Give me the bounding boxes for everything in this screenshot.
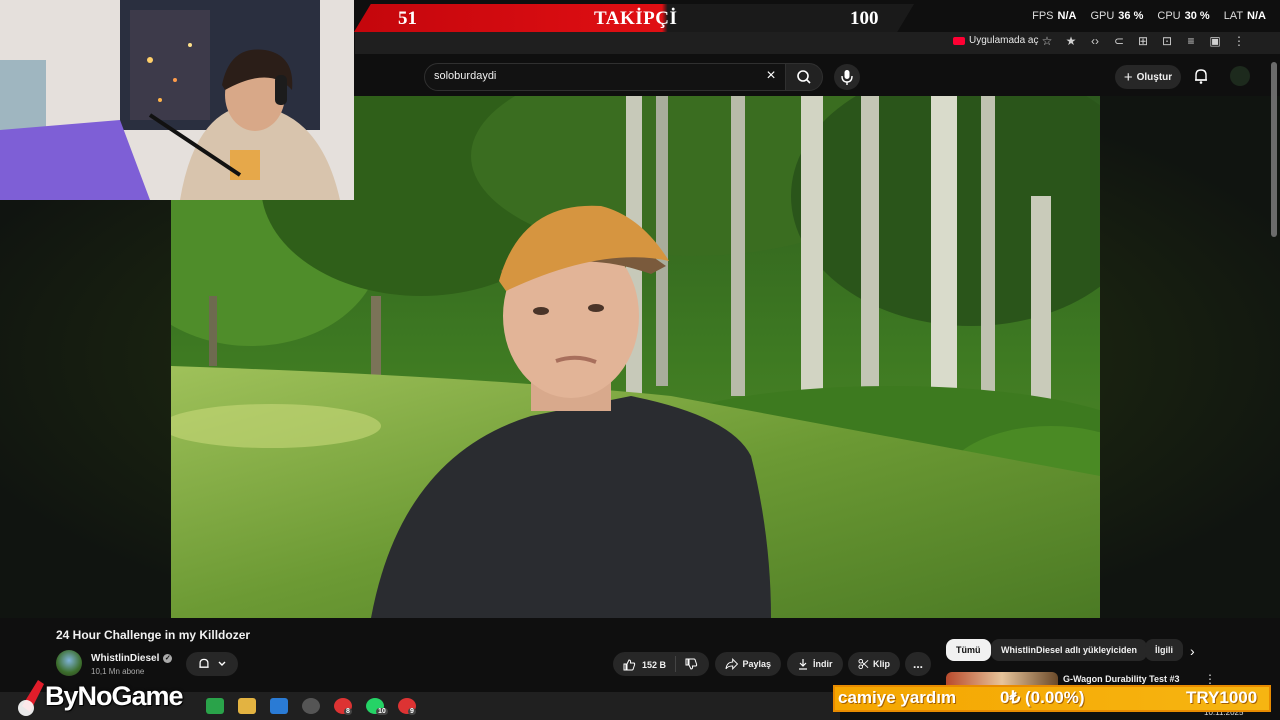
thumbs-down-icon <box>685 658 698 670</box>
chip-from-uploader[interactable]: WhistlinDiesel adlı yükleyiciden <box>991 639 1148 661</box>
share-button[interactable]: Paylaş <box>715 652 781 676</box>
taskbar-folder-icon[interactable] <box>238 698 256 714</box>
create-button[interactable]: + Oluştur <box>1115 65 1181 89</box>
create-label: Oluştur <box>1136 71 1173 83</box>
like-divider <box>675 656 676 672</box>
donation-label: camiye yardım <box>838 688 957 707</box>
menu-icon[interactable]: ≡ <box>1184 34 1198 48</box>
link-icon[interactable]: ⊂ <box>1112 34 1126 48</box>
scissors-icon <box>858 658 869 670</box>
donation-goal: TRY1000 <box>1186 688 1258 707</box>
subscription-notifications-button[interactable] <box>186 652 238 676</box>
more-actions-button[interactable]: ... <box>905 652 931 676</box>
code-icon[interactable]: ‹› <box>1088 34 1102 48</box>
open-in-app-button[interactable]: Uygulamada aç <box>953 35 1038 46</box>
webcam-overlay <box>0 0 354 200</box>
taskbar-badge: 8 <box>344 708 352 715</box>
download-label: İndir <box>813 659 833 669</box>
open-in-app-label: Uygulamada aç <box>969 35 1039 46</box>
channel-name[interactable]: WhistlinDiesel ✓ <box>91 653 173 664</box>
channel-name-label: WhistlinDiesel <box>91 653 160 664</box>
bynogame-watermark: ByNoGame <box>45 681 184 711</box>
page-scrollbar[interactable] <box>1271 62 1277 237</box>
download-icon <box>799 659 807 670</box>
recommendation-more-icon[interactable]: ⋮ <box>1204 672 1216 686</box>
clip-button[interactable]: Klip <box>848 652 900 676</box>
taskbar-badge: 9 <box>408 708 416 715</box>
taskbar-obs-icon[interactable] <box>302 698 320 714</box>
screen: 51 TAKİPÇİ 100 FPS N/A GPU 36 % CPU 30 % LA… <box>0 0 1280 720</box>
chip-related[interactable]: İlgili <box>1145 639 1183 661</box>
subscriber-count: 10,1 Mn abone <box>91 667 145 676</box>
gpu-stat: GPU 36 % <box>1090 10 1144 22</box>
taskbar-badge: 10 <box>376 708 388 715</box>
star-icon[interactable]: ☆ <box>1040 34 1054 48</box>
plus-icon: + <box>1123 68 1133 86</box>
browser-toolbar-icons: ☆ ★ ‹› ⊂ ⊞ ⊡ ≡ ▣ ⋮ <box>1040 34 1246 48</box>
more-actions-label: ... <box>912 657 923 671</box>
more-icon[interactable]: ⋮ <box>1232 34 1246 48</box>
cpu-stat: CPU 30 % <box>1157 10 1210 22</box>
follower-goal: 100 <box>850 8 879 29</box>
like-count: 152 B <box>642 660 667 670</box>
follower-label: TAKİPÇİ <box>594 8 678 29</box>
search-query: soloburdaydi <box>434 70 497 82</box>
performance-stats: FPS N/A GPU 36 % CPU 30 % LAT N/A <box>1032 10 1266 22</box>
microphone-icon <box>841 70 853 85</box>
video-title: 24 Hour Challenge in my Killdozer <box>56 628 251 642</box>
like-button[interactable]: 152 B <box>622 658 666 672</box>
translate-icon[interactable]: ⊞ <box>1136 34 1150 48</box>
verified-icon: ✓ <box>163 654 173 663</box>
taskbar-app-icon[interactable] <box>270 698 288 714</box>
bell-icon <box>1195 69 1207 84</box>
voice-search-button[interactable] <box>834 64 860 90</box>
chip-all[interactable]: Tümü <box>946 639 991 661</box>
youtube-icon <box>953 36 965 45</box>
share-label: Paylaş <box>742 659 771 669</box>
download-button[interactable]: İndir <box>787 652 843 676</box>
notifications-button[interactable] <box>1192 67 1210 85</box>
thumbs-up-icon <box>623 659 636 671</box>
bell-icon <box>199 658 209 668</box>
follower-current: 51 <box>398 8 417 29</box>
clear-search-button[interactable]: × <box>762 67 780 85</box>
screenshot-icon[interactable]: ⊡ <box>1160 34 1174 48</box>
lat-stat: LAT N/A <box>1223 10 1266 22</box>
chevron-right-icon[interactable]: › <box>1190 643 1195 659</box>
fps-stat: FPS N/A <box>1032 10 1077 22</box>
account-avatar[interactable] <box>1230 66 1250 86</box>
taskbar-chrome-icon[interactable] <box>206 698 224 714</box>
donation-amount: 0₺ (0.00%) <box>1000 688 1085 707</box>
dislike-button[interactable] <box>684 657 698 671</box>
sidebar-icon[interactable]: ▣ <box>1208 34 1222 48</box>
clip-label: Klip <box>873 659 890 669</box>
search-icon <box>797 70 811 84</box>
share-icon <box>725 658 739 670</box>
extension-icon[interactable]: ★ <box>1064 34 1078 48</box>
chevron-down-icon <box>218 661 226 666</box>
search-button[interactable] <box>785 63 823 91</box>
webcam-frame <box>0 0 354 200</box>
recommendation-title[interactable]: G-Wagon Durability Test #3 <box>1063 674 1180 684</box>
channel-avatar[interactable] <box>56 650 82 676</box>
